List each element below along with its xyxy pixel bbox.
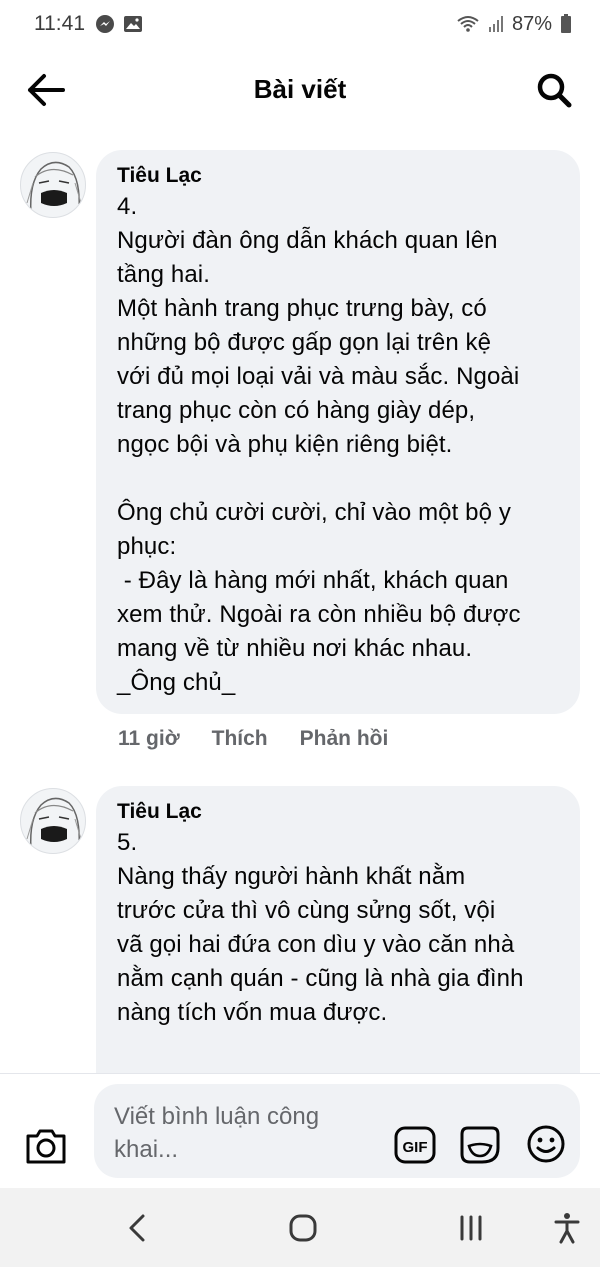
status-time: 11:41 bbox=[34, 12, 85, 35]
comment-text: 5. Nàng thấy người hành khất nằm trước c… bbox=[117, 829, 524, 1026]
comment-actions: 11 giờ Thích Phản hồi bbox=[118, 727, 388, 751]
wifi-icon bbox=[457, 16, 479, 32]
system-nav-bar bbox=[0, 1188, 600, 1267]
signal-icon bbox=[488, 16, 503, 32]
app-header: Bài viết bbox=[0, 52, 600, 126]
page-title: Bài viết bbox=[253, 73, 347, 104]
accessibility-icon bbox=[554, 1213, 580, 1244]
nav-accessibility-button[interactable] bbox=[550, 1208, 584, 1248]
like-button[interactable]: Thích bbox=[212, 727, 268, 751]
messenger-icon bbox=[96, 15, 114, 33]
search-button[interactable] bbox=[532, 68, 576, 112]
gif-button[interactable]: GIF bbox=[394, 1126, 436, 1164]
search-icon bbox=[537, 73, 572, 108]
gif-label: GIF bbox=[403, 1139, 428, 1156]
battery-icon bbox=[561, 14, 571, 33]
reply-button[interactable]: Phản hồi bbox=[300, 727, 389, 751]
comment-time: 11 giờ bbox=[118, 727, 180, 750]
comment-bubble: Tiêu Lạc 4. Người đàn ông dẫn khách quan… bbox=[96, 150, 580, 714]
nav-back-button[interactable] bbox=[120, 1208, 154, 1248]
avatar[interactable] bbox=[20, 788, 86, 854]
camera-button[interactable] bbox=[24, 1126, 68, 1166]
sticker-button[interactable] bbox=[458, 1124, 502, 1166]
avatar[interactable] bbox=[20, 152, 86, 218]
status-right: 87% bbox=[456, 13, 572, 36]
comment: Tiêu Lạc 4. Người đàn ông dẫn khách quan… bbox=[0, 150, 600, 770]
recents-icon bbox=[460, 1215, 482, 1241]
comment-author[interactable]: Tiêu Lạc bbox=[117, 798, 560, 826]
gallery-icon bbox=[124, 16, 142, 32]
nav-recents-button[interactable] bbox=[454, 1208, 488, 1248]
comment-composer: Viết bình luận công khai... GIF bbox=[0, 1073, 600, 1186]
comment-bubble: Tiêu Lạc 5. Nàng thấy người hành khất nằ… bbox=[96, 786, 580, 1106]
notification-icons bbox=[95, 14, 143, 34]
back-button[interactable] bbox=[24, 70, 68, 110]
battery-percent: 87% bbox=[511, 12, 552, 35]
home-icon bbox=[289, 1214, 317, 1242]
avatar-illustration bbox=[26, 161, 82, 214]
comment-input-placeholder: Viết bình luận công khai... bbox=[114, 1103, 320, 1163]
arrow-left-icon bbox=[28, 74, 65, 106]
chevron-left-icon bbox=[129, 1214, 145, 1242]
emoji-button[interactable] bbox=[526, 1124, 566, 1164]
emoji-icon bbox=[527, 1125, 565, 1163]
nav-home-button[interactable] bbox=[286, 1208, 320, 1248]
avatar-illustration bbox=[26, 797, 82, 850]
sticker-icon bbox=[460, 1126, 500, 1164]
camera-icon bbox=[26, 1129, 66, 1164]
comment-text: 4. Người đàn ông dẫn khách quan lên tầng… bbox=[117, 193, 521, 696]
comment: Tiêu Lạc 5. Nàng thấy người hành khất nằ… bbox=[0, 786, 600, 1106]
gif-icon: GIF bbox=[394, 1126, 436, 1164]
status-bar: 11:41 87% bbox=[0, 0, 600, 48]
comment-input[interactable]: Viết bình luận công khai... GIF bbox=[94, 1084, 580, 1178]
comment-author[interactable]: Tiêu Lạc bbox=[117, 162, 560, 190]
